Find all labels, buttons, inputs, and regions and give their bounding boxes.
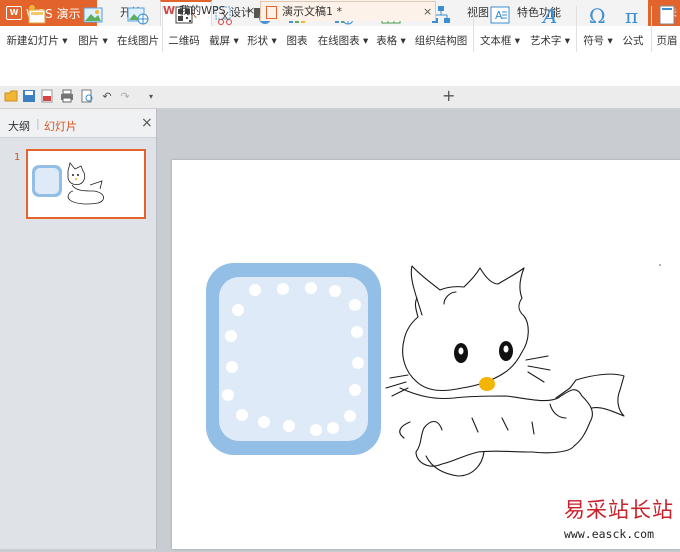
cat-drawing[interactable]: [385, 265, 625, 477]
symbol-label: 符号: [583, 35, 605, 47]
new-tab-plus-icon[interactable]: +: [442, 86, 455, 105]
watermark: 易采站长站 www.easck.com: [490, 494, 680, 549]
tab-document[interactable]: 演示文稿1 * ×: [260, 1, 436, 21]
slide-dot-mark: [659, 264, 661, 266]
wordart-icon: A: [539, 4, 561, 26]
chart-label: 图表: [286, 35, 308, 47]
header-footer-label: 页眉: [656, 35, 678, 47]
svg-text:Ω: Ω: [589, 4, 606, 26]
tab-divider: |: [36, 117, 40, 130]
ribbon-separator: [473, 6, 474, 52]
svg-text:π: π: [625, 4, 638, 26]
close-icon[interactable]: ×: [423, 2, 432, 22]
new-slide-icon: [26, 4, 48, 26]
textbox-button[interactable]: A 文本框 ▾: [478, 4, 522, 58]
cat-left-eye-highlight: [458, 347, 464, 355]
save-icon[interactable]: [22, 89, 36, 103]
customize-toolbar-icon[interactable]: ▾: [144, 89, 158, 103]
shape-label: 形状: [247, 35, 269, 47]
slide-number: 1: [14, 152, 21, 163]
undo-icon[interactable]: ↶: [100, 89, 114, 103]
wps-w-icon: W: [163, 4, 176, 17]
tab-my-wps-label: 我的WPS: [179, 4, 226, 17]
svg-text:A: A: [541, 4, 557, 26]
close-panel-icon[interactable]: ×: [141, 115, 153, 131]
header-footer-icon: [656, 4, 678, 26]
tab-my-wps[interactable]: W 我的WPS ×: [163, 1, 257, 21]
online-chart-label: 在线图表: [317, 35, 360, 47]
export-pdf-icon[interactable]: [40, 89, 54, 103]
new-slide-label: 新建幻灯片: [6, 35, 59, 47]
redo-icon[interactable]: ↷: [118, 89, 132, 103]
org-chart-label: 组织结构图: [414, 35, 468, 47]
header-footer-button[interactable]: 页眉: [654, 4, 680, 58]
slide-canvas[interactable]: [172, 160, 680, 549]
online-picture-icon: [127, 4, 149, 26]
screenshot-label: 截屏: [209, 35, 231, 47]
picture-button[interactable]: 图片 ▾: [74, 4, 112, 58]
print-preview-icon[interactable]: [80, 89, 94, 103]
svg-text:A: A: [495, 9, 503, 22]
watermark-url-text: www.easck.com: [564, 527, 655, 541]
omega-icon: Ω: [587, 4, 609, 26]
ribbon-separator: [651, 6, 652, 52]
textbox-icon: A: [489, 4, 511, 26]
tab-slides[interactable]: 幻灯片: [44, 118, 77, 134]
online-picture-label: 在线图片: [117, 35, 159, 47]
close-icon[interactable]: ×: [246, 1, 255, 21]
ribbon-separator: [576, 6, 577, 52]
rounded-frame-shape[interactable]: [206, 263, 381, 455]
cat-nose: [479, 377, 495, 391]
print-icon[interactable]: [60, 89, 74, 103]
open-folder-icon[interactable]: [4, 89, 18, 103]
picture-icon: [82, 4, 104, 26]
cat-right-eye-highlight: [503, 345, 509, 353]
formula-button[interactable]: π 公式: [618, 4, 648, 58]
watermark-cn-text: 易采站长站: [564, 498, 674, 522]
tab-document-label: 演示文稿1 *: [282, 5, 342, 18]
table-label: 表格: [376, 35, 398, 47]
textbox-label: 文本框: [479, 35, 512, 47]
online-picture-button[interactable]: 在线图片: [114, 4, 162, 58]
formula-label: 公式: [622, 35, 644, 47]
symbol-button[interactable]: Ω 符号 ▾: [580, 4, 616, 58]
wordart-label: 艺术字: [529, 35, 562, 47]
wordart-button[interactable]: A 艺术字 ▾: [526, 4, 574, 58]
tab-outline[interactable]: 大纲: [8, 118, 30, 134]
slide-thumbnail[interactable]: [26, 149, 146, 219]
new-slide-button[interactable]: 新建幻灯片 ▾: [4, 4, 70, 58]
pi-icon: π: [622, 4, 644, 26]
presentation-file-icon: [266, 5, 277, 19]
qrcode-label: 二维码: [168, 35, 200, 47]
picture-label: 图片: [78, 35, 100, 47]
